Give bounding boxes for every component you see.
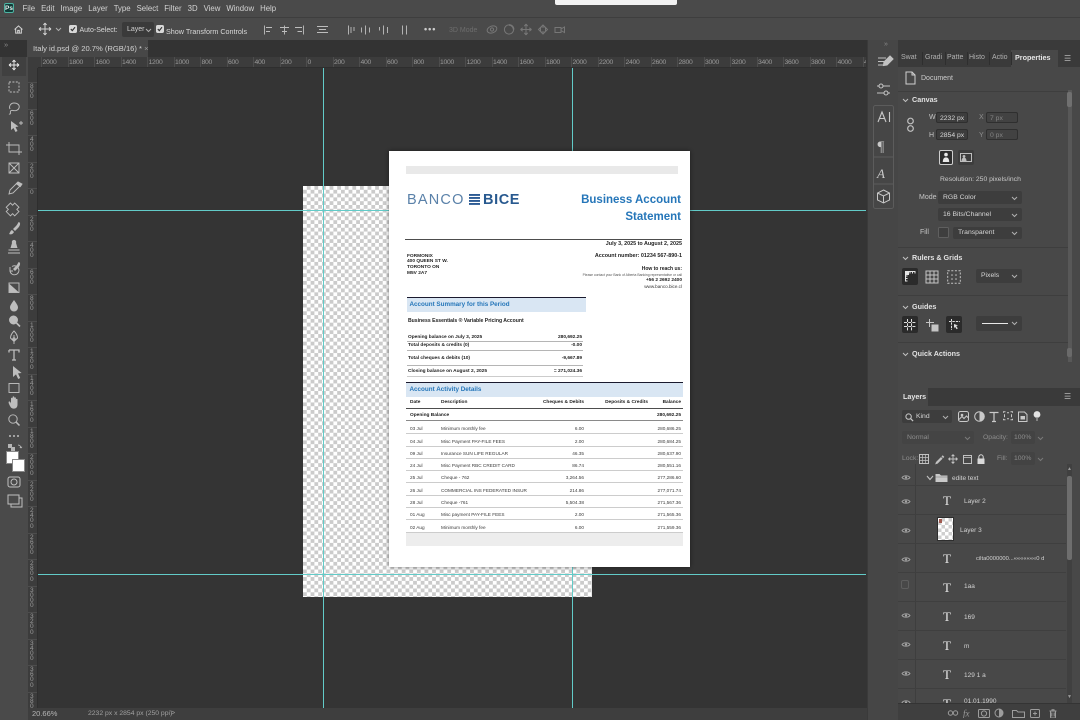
svg-text:fx: fx	[963, 709, 970, 719]
svg-text:A: A	[876, 166, 885, 181]
svg-text:¶: ¶	[878, 139, 885, 155]
